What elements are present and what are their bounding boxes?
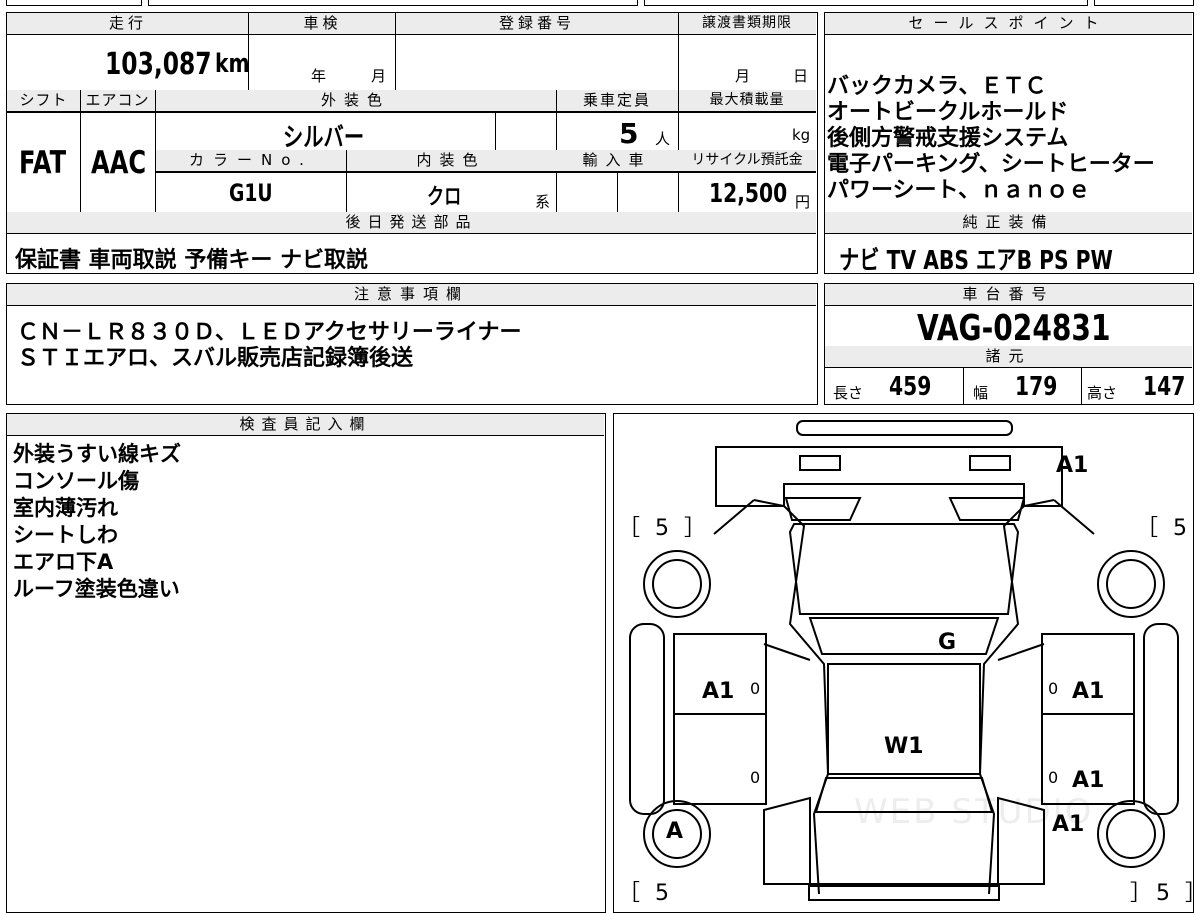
spec-length-label: 長さ <box>833 384 864 402</box>
inspection-year-unit: 年 <box>311 67 327 85</box>
shift-value: FAT <box>19 145 67 181</box>
car-damage-diagram: ［ 5 ］ ［ 5 ］ ［ 5 ］5 ］ A1 G A1 A1 W1 A1 A1… <box>613 413 1194 913</box>
color-no-label: カラーNo. <box>156 150 346 172</box>
notes-box: 注意事項欄 ＣＮ－ＬＲ８３０Ｄ、ＬＥＤアクセサリーライナー ＳＴＩエアロ、スバル… <box>6 283 818 405</box>
inspector-note: コンソール傷 <box>13 469 139 493</box>
inspector-note: シートしわ <box>13 523 118 547</box>
inspector-box: 検査員記入欄 外装うすい線キズ コンソール傷 室内薄汚れ シートしわ エアロ下A… <box>6 413 606 913</box>
inspector-note: ルーフ塗装色違い <box>13 577 180 601</box>
specs-label: 諸元 <box>825 346 1192 368</box>
transfer-deadline-label: 譲渡書類期限 <box>678 13 816 35</box>
sales-points-label: セールスポイント <box>825 13 1192 35</box>
top-cut-strip-mid <box>148 0 638 6</box>
genuine-equipment-value: ナビ TV ABS エアB PS PW <box>839 246 1113 276</box>
spec-height-value: 147 <box>1143 372 1186 402</box>
damage-mark-right-front-door: A1 <box>1072 679 1105 704</box>
interior-color-label: 内装色 <box>346 150 556 172</box>
inspector-note: 外装うすい線キズ <box>13 442 181 466</box>
notes-label: 注意事項欄 <box>7 284 816 306</box>
inspector-note: 室内薄汚れ <box>13 496 118 520</box>
top-cut-strip-right <box>644 0 1088 6</box>
inspection-label: 車検 <box>249 13 396 35</box>
aircon-value: AAC <box>91 145 147 181</box>
registration-label: 登録番号 <box>396 13 678 35</box>
damage-mark-front-bumper: A1 <box>1056 453 1089 478</box>
sales-points-box: セールスポイント バックカメラ、ＥＴＣ オートビークルホールド 後側方警戒支援シ… <box>824 12 1194 276</box>
later-shipping-label: 後日発送部品 <box>7 212 816 234</box>
recycle-label: リサイクル預託金 <box>678 150 816 172</box>
capacity-value: 5 <box>619 117 639 150</box>
notes-line-2: ＳＴＩエアロ、スバル販売店記録簿後送 <box>17 346 414 371</box>
damage-mark-hood: G <box>938 630 957 655</box>
zero-mark: 0 <box>1048 768 1059 787</box>
spec-width-label: 幅 <box>973 384 989 402</box>
damage-mark-roof: W1 <box>884 734 924 759</box>
car-outline-svg <box>629 420 1179 901</box>
mileage-unit: km <box>215 49 250 79</box>
sales-point-line: バックカメラ、ＥＴＣ <box>827 74 1047 99</box>
inspector-label: 検査員記入欄 <box>7 414 604 436</box>
zero-mark: 0 <box>750 679 761 698</box>
tire-mark-left-bottom: ［ 5 <box>618 881 673 906</box>
interior-color-value: クロ <box>427 185 462 210</box>
transfer-day-unit: 日 <box>793 67 809 85</box>
inspector-notes: 外装うすい線キズ コンソール傷 室内薄汚れ シートしわ エアロ下A ルーフ塗装色… <box>13 441 181 603</box>
max-load-label: 最大積載量 <box>678 90 816 112</box>
later-shipping-value: 保証書 車両取説 予備キー ナビ取説 <box>15 248 368 273</box>
sales-point-line: オートビークルホールド <box>827 100 1069 125</box>
zero-mark: 0 <box>1048 679 1059 698</box>
watermark: WEB STUDIO <box>854 792 1094 832</box>
spec-height-label: 高さ <box>1087 384 1118 402</box>
sales-points-list: バックカメラ、ＥＴＣ オートビークルホールド 後側方警戒支援システム 電子パーキ… <box>827 74 1155 204</box>
shift-label: シフト <box>7 90 80 112</box>
damage-mark-left-rear-wheel: A <box>666 819 684 844</box>
recycle-unit: 円 <box>795 193 811 211</box>
max-load-unit: kg <box>792 126 811 144</box>
tire-mark-right-top: ［ 5 ］ <box>1136 516 1193 541</box>
inspection-month-unit: 月 <box>371 67 387 85</box>
spec-length-value: 459 <box>889 372 932 402</box>
spec-width-value: 179 <box>1015 372 1058 402</box>
interior-color-suffix: 系 <box>535 193 551 211</box>
top-cut-strip-far <box>1094 0 1194 6</box>
sales-point-line: 後側方警戒支援システム <box>827 126 1069 151</box>
sales-point-line: パワーシート、ｎａｎｏｅ <box>827 178 1091 203</box>
exterior-color-label: 外装色 <box>155 90 556 112</box>
top-cut-strip-left <box>6 0 142 6</box>
capacity-unit: 人 <box>655 130 671 148</box>
exterior-color-value: シルバー <box>283 123 365 153</box>
tire-mark-left-top: ［ 5 ］ <box>618 516 710 541</box>
vehicle-info-form: 走行 車検 登録番号 譲渡書類期限 103,087 km 年 月 月 日 シフト… <box>6 12 818 274</box>
chassis-specs-box: 車台番号 VAG-024831 諸元 長さ 459 幅 179 高さ 147 <box>824 283 1194 405</box>
mileage-label: 走行 <box>7 13 249 35</box>
capacity-label: 乗車定員 <box>556 90 678 112</box>
sales-point-line: 電子パーキング、シートヒーター <box>827 152 1155 177</box>
inspector-note: エアロ下A <box>13 550 114 574</box>
chassis-value: VAG-024831 <box>917 308 1111 349</box>
damage-mark-right-rear-door: A1 <box>1072 768 1105 793</box>
genuine-equipment-label: 純正装備 <box>825 212 1192 234</box>
import-label: 輸入車 <box>556 150 678 172</box>
transfer-month-unit: 月 <box>735 67 751 85</box>
aircon-label: エアコン <box>80 90 155 112</box>
zero-mark: 0 <box>750 768 761 787</box>
chassis-label: 車台番号 <box>825 284 1192 306</box>
tire-mark-right-bottom: ］5 ］ <box>1130 881 1193 906</box>
damage-mark-left-front-door: A1 <box>702 679 735 704</box>
color-no-value: G1U <box>229 179 273 207</box>
